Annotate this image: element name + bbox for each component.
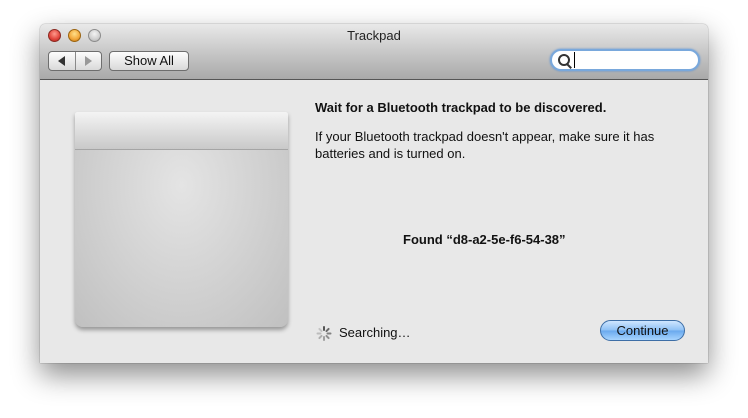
status-text: Searching…	[339, 325, 411, 340]
continue-button[interactable]: Continue	[600, 320, 685, 341]
spinner-icon	[316, 326, 332, 341]
instruction-text: If your Bluetooth trackpad doesn't appea…	[315, 129, 655, 161]
found-device-label: Found “d8-a2-5e-f6-54-38”	[403, 232, 566, 247]
show-all-button[interactable]: Show All	[109, 51, 189, 71]
title-bar: Trackpad Show All	[40, 24, 708, 80]
setup-assistant-pane: Wait for a Bluetooth trackpad to be disc…	[40, 80, 708, 363]
trackpad-preferences-window: Trackpad Show All Wait for a Bluetooth t…	[40, 24, 708, 363]
forward-arrow-icon	[84, 56, 92, 66]
trackpad-image	[75, 112, 288, 327]
back-forward-control	[48, 51, 102, 71]
trackpad-surface	[75, 150, 288, 327]
trackpad-battery-bar	[75, 112, 288, 150]
instruction-heading: Wait for a Bluetooth trackpad to be disc…	[315, 100, 607, 115]
search-field[interactable]	[550, 49, 700, 71]
search-input[interactable]	[574, 52, 693, 68]
back-button[interactable]	[49, 52, 75, 70]
back-arrow-icon	[58, 56, 66, 66]
forward-button[interactable]	[74, 52, 102, 70]
window-title: Trackpad	[347, 28, 401, 43]
